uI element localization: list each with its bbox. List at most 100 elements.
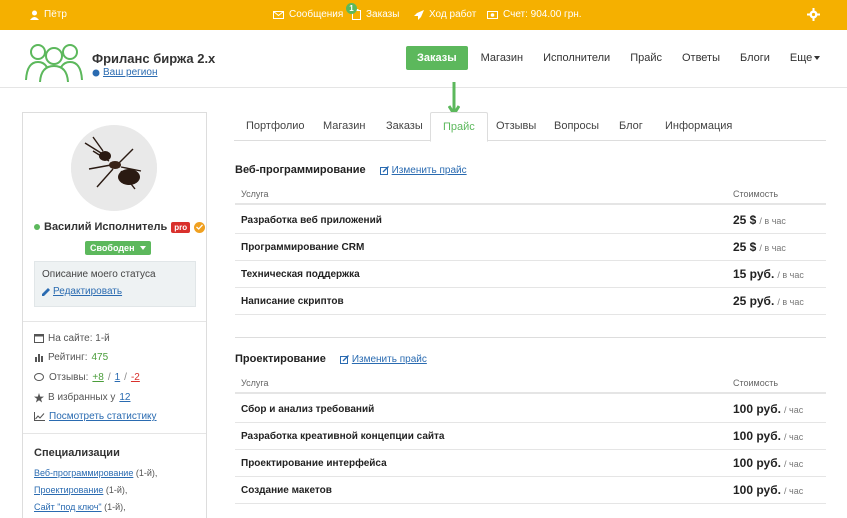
orders-badge: 1 bbox=[346, 3, 357, 14]
specialization-link[interactable]: Веб-программирование bbox=[34, 468, 133, 478]
main-nav: Заказы Магазин Исполнители Прайс Ответы … bbox=[406, 45, 840, 71]
nav-freelancers[interactable]: Исполнители bbox=[543, 52, 610, 64]
specialization-link[interactable]: Сайт "под ключ" bbox=[34, 502, 102, 512]
rocket-icon bbox=[414, 9, 424, 20]
nav-shop[interactable]: Магазин bbox=[481, 52, 523, 64]
table-row: Проектирование интерфейса 100 руб. / час bbox=[235, 450, 826, 477]
service-name: Техническая поддержка bbox=[241, 269, 360, 280]
change-price[interactable]: Изменить прайс bbox=[379, 165, 467, 176]
arrow-down-icon bbox=[448, 82, 460, 116]
nav-orders[interactable]: Заказы bbox=[406, 46, 468, 70]
status-description-box: Описание моего статуса Редактировать bbox=[34, 261, 196, 307]
stat-statistics[interactable]: Посмотреть статистику bbox=[34, 411, 157, 422]
service-price: 100 руб. / час bbox=[733, 456, 803, 470]
messages-link[interactable]: Сообщения bbox=[273, 9, 343, 20]
orders-icon-wrap: 1 bbox=[346, 3, 361, 20]
stat-on-site: На сайте: 1-й bbox=[34, 333, 110, 344]
specialization-item: Сайт "под ключ" (1-й), bbox=[34, 502, 126, 512]
reviews-negative-link[interactable]: -2 bbox=[131, 372, 140, 383]
edit-status-link[interactable]: Редактировать bbox=[53, 286, 122, 297]
stat-favorites: В избранных у 12 bbox=[34, 392, 131, 403]
section-divider bbox=[235, 337, 826, 338]
site-title[interactable]: Фриланс биржа 2.х bbox=[92, 51, 215, 66]
section-name: Веб-программирование bbox=[235, 164, 366, 176]
price-amount: 15 руб. bbox=[733, 267, 775, 281]
tab-portfolio[interactable]: Портфолио bbox=[246, 112, 305, 141]
status-dropdown[interactable]: Свободен bbox=[85, 241, 151, 255]
tab-shop[interactable]: Магазин bbox=[323, 112, 365, 141]
nav-answers[interactable]: Ответы bbox=[682, 52, 720, 64]
verified-icon bbox=[194, 221, 206, 233]
service-price: 100 руб. / час bbox=[733, 429, 803, 443]
nav-price[interactable]: Прайс bbox=[630, 52, 662, 64]
user-icon bbox=[30, 10, 39, 20]
favorites-link[interactable]: 12 bbox=[119, 392, 130, 403]
stat-rating: Рейтинг: 475 bbox=[34, 352, 108, 363]
messages-label: Сообщения bbox=[289, 9, 344, 20]
nav-more[interactable]: Еще bbox=[790, 52, 821, 64]
service-price: 25 $ / в час bbox=[733, 213, 786, 227]
tab-blog[interactable]: Блог bbox=[619, 112, 643, 141]
globe-icon bbox=[92, 69, 100, 76]
reviews-positive-link[interactable]: +8 bbox=[92, 372, 103, 383]
price-unit: / час bbox=[784, 432, 804, 442]
status-label: Свободен bbox=[90, 243, 135, 253]
top-bar: Пётр Сообщения 1 Заказы Ход работ Счет: … bbox=[0, 0, 847, 30]
price-amount: 100 руб. bbox=[733, 429, 781, 443]
orders-label: Заказы bbox=[366, 9, 400, 20]
progress-link[interactable]: Ход работ bbox=[414, 9, 476, 20]
change-price[interactable]: Изменить прайс bbox=[339, 354, 427, 365]
reviews-separator: / bbox=[124, 372, 127, 383]
specialization-link[interactable]: Проектирование bbox=[34, 485, 103, 495]
money-icon bbox=[487, 10, 498, 19]
account-link[interactable]: Счет: 904.00 грн. bbox=[487, 9, 582, 20]
user-name: Пётр bbox=[44, 9, 67, 20]
specialization-rank: (1-й), bbox=[135, 468, 158, 478]
pencil-icon bbox=[42, 287, 50, 296]
user-menu[interactable]: Пётр bbox=[30, 9, 67, 20]
site-logo[interactable] bbox=[24, 38, 84, 82]
edit-status[interactable]: Редактировать bbox=[42, 286, 188, 297]
nav-blogs[interactable]: Блоги bbox=[740, 52, 770, 64]
rating-label: Рейтинг: bbox=[48, 352, 88, 363]
specialization-item: Проектирование (1-й), bbox=[34, 485, 127, 495]
column-price: Стоимость bbox=[733, 189, 779, 199]
chevron-down-icon bbox=[814, 56, 821, 61]
gear-icon bbox=[807, 8, 820, 21]
tab-reviews[interactable]: Отзывы bbox=[496, 112, 536, 141]
tab-info[interactable]: Информация bbox=[665, 112, 732, 141]
specializations-title: Специализации bbox=[34, 447, 120, 459]
tab-price[interactable]: Прайс bbox=[430, 112, 488, 142]
price-amount: 100 руб. bbox=[733, 402, 781, 416]
section-name: Проектирование bbox=[235, 353, 326, 365]
statistics-link[interactable]: Посмотреть статистику bbox=[49, 411, 157, 422]
reviews-label: Отзывы: bbox=[49, 372, 89, 383]
service-name: Проектирование интерфейса bbox=[241, 458, 387, 469]
site-header: Фриланс биржа 2.х Ваш регион Заказы Мага… bbox=[0, 30, 847, 88]
profile-tabs: Портфолио Магазин Заказы Прайс Отзывы Во… bbox=[234, 112, 826, 142]
chevron-down-icon bbox=[139, 246, 146, 250]
orders-link[interactable]: 1 Заказы bbox=[346, 3, 400, 20]
change-price-link[interactable]: Изменить прайс bbox=[352, 354, 427, 365]
online-indicator bbox=[34, 224, 40, 230]
price-unit: / час bbox=[784, 459, 804, 469]
table-row: Создание макетов 100 руб. / час bbox=[235, 477, 826, 504]
service-name: Написание скриптов bbox=[241, 296, 344, 307]
region-selector[interactable]: Ваш регион bbox=[92, 67, 157, 78]
avatar[interactable] bbox=[71, 125, 157, 211]
change-price-link[interactable]: Изменить прайс bbox=[392, 165, 467, 176]
price-unit: / в час bbox=[759, 216, 786, 226]
service-name: Сбор и анализ требований bbox=[241, 404, 375, 415]
tab-orders[interactable]: Заказы bbox=[386, 112, 423, 141]
region-link[interactable]: Ваш регион bbox=[103, 67, 157, 78]
reviews-neutral-link[interactable]: 1 bbox=[115, 372, 121, 383]
service-price: 25 руб. / в час bbox=[733, 294, 804, 308]
specialization-item: Веб-программирование (1-й), bbox=[34, 468, 157, 478]
calendar-icon bbox=[34, 334, 44, 343]
settings-button[interactable] bbox=[807, 8, 820, 21]
tab-questions[interactable]: Вопросы bbox=[554, 112, 599, 141]
specialization-rank: (1-й), bbox=[105, 485, 128, 495]
on-site-text: На сайте: 1-й bbox=[48, 333, 110, 344]
comments-icon bbox=[34, 373, 44, 381]
table-row: Написание скриптов 25 руб. / в час bbox=[235, 288, 826, 315]
